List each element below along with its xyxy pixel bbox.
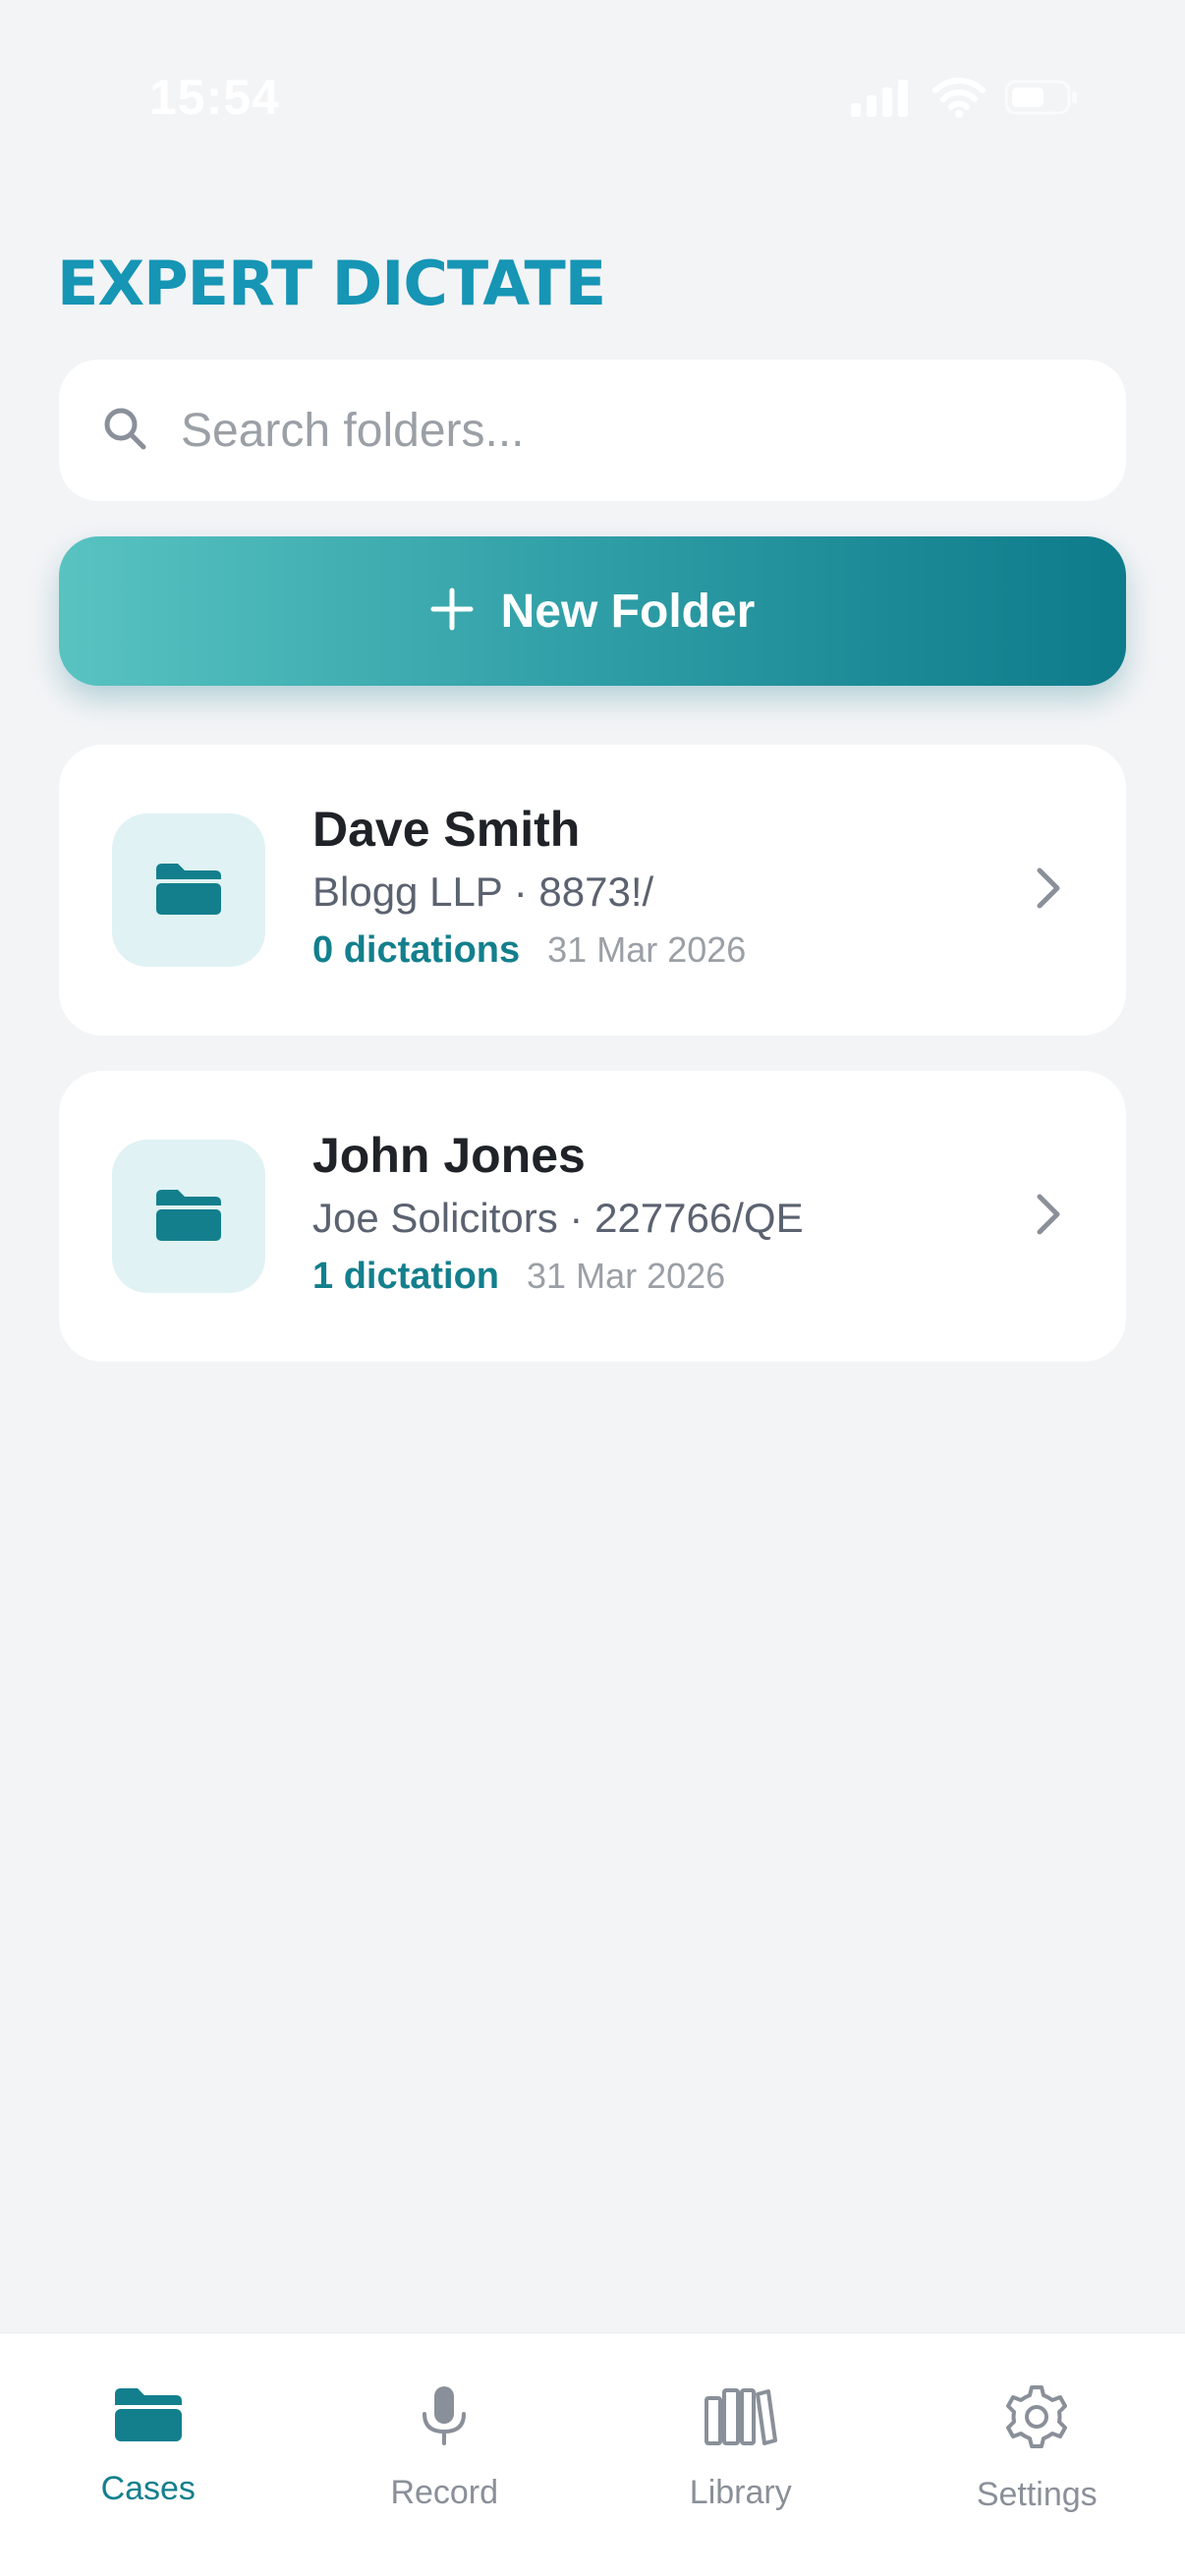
folder-text: Dave Smith Blogg LLP · 8873!/ 0 dictatio… (312, 800, 746, 972)
microphone-icon (415, 2384, 474, 2452)
folder-subtitle: Joe Solicitors · 227766/QE (312, 1195, 804, 1241)
folder-meta: 1 dictation 31 Mar 2026 (312, 1256, 804, 1298)
folder-date: 31 Mar 2026 (527, 1256, 726, 1296)
search-input[interactable] (179, 402, 1067, 459)
battery-icon (1004, 78, 1079, 122)
status-icons (851, 77, 1079, 123)
wifi-icon (931, 77, 987, 123)
tab-label: Cases (100, 2470, 196, 2507)
folder-name: Dave Smith (312, 802, 581, 857)
app-title: EXPERT DICTATE (57, 248, 606, 319)
folder-card[interactable]: Dave Smith Blogg LLP · 8873!/ 0 dictatio… (59, 745, 1126, 1036)
folder-meta: 0 dictations 31 Mar 2026 (312, 929, 746, 972)
plus-icon (430, 588, 474, 636)
folder-icon (154, 1186, 223, 1248)
new-folder-label: New Folder (500, 585, 756, 638)
bottom-tab-bar: Cases Record Library Settings (0, 2332, 1185, 2576)
chevron-right-icon (1034, 865, 1063, 917)
folder-icon-tile (112, 813, 265, 967)
gear-icon (1004, 2384, 1069, 2454)
status-bar: 15:54 (0, 0, 1185, 196)
tab-settings[interactable]: Settings (889, 2333, 1185, 2576)
search-bar[interactable] (59, 360, 1126, 501)
folder-name: John Jones (312, 1128, 586, 1183)
search-icon (102, 406, 147, 456)
folder-card[interactable]: John Jones Joe Solicitors · 227766/QE 1 … (59, 1071, 1126, 1362)
dictation-count: 1 dictation (312, 1256, 500, 1297)
folder-icon-tile (112, 1140, 265, 1293)
chevron-right-icon (1034, 1191, 1063, 1243)
folder-icon (154, 860, 223, 922)
app-screen: 15:54 EXPERT DICTATE Search folders... N… (0, 0, 1185, 2576)
new-folder-button[interactable]: New Folder (59, 536, 1126, 686)
folder-subtitle: Blogg LLP · 8873!/ (312, 868, 654, 915)
tab-cases[interactable]: Cases (0, 2333, 297, 2576)
folder-text: John Jones Joe Solicitors · 227766/QE 1 … (312, 1126, 804, 1298)
tab-library[interactable]: Library (592, 2333, 889, 2576)
dictation-count: 0 dictations (312, 929, 521, 971)
library-icon (704, 2384, 778, 2452)
folder-icon (113, 2384, 184, 2448)
tab-label: Library (689, 2474, 792, 2511)
folder-date: 31 Mar 2026 (547, 929, 747, 970)
status-time: 15:54 (149, 70, 280, 125)
cellular-signal-icon (851, 78, 914, 122)
tab-label: Settings (976, 2476, 1098, 2513)
tab-label: Record (390, 2474, 499, 2511)
tab-record[interactable]: Record (297, 2333, 593, 2576)
